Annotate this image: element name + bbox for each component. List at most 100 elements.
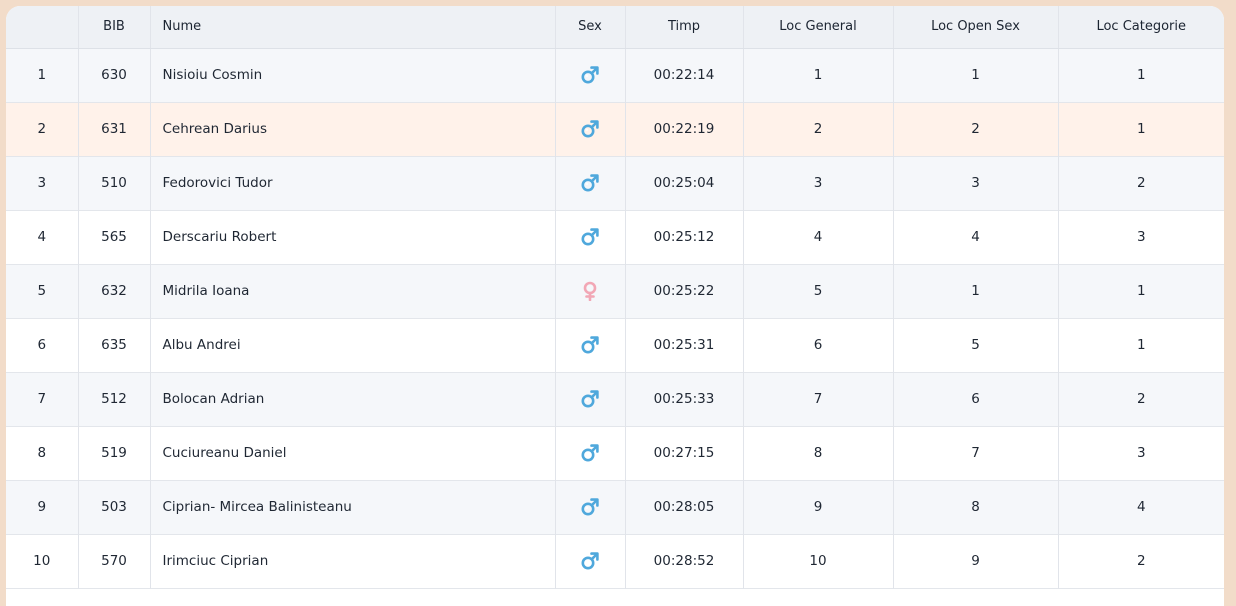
female-icon	[580, 281, 600, 301]
cell-bib: 503	[78, 480, 151, 534]
sex-cell	[555, 210, 626, 264]
cell-category: 1	[1136, 121, 1146, 137]
cell-overall: 7	[743, 372, 894, 426]
sex-cell	[555, 102, 626, 156]
results-table: BIB Nume Sex Timp Loc General Loc Open S…	[6, 6, 1224, 589]
cell-rank: 8	[6, 426, 79, 480]
cell-bib: 565	[78, 210, 151, 264]
male-icon	[580, 66, 600, 84]
cell-name: Derscariu Robert	[150, 210, 556, 264]
cell-category: 2	[1136, 175, 1146, 191]
table-body: 1 630 Nisioiu Cosmin 00:22:14 1 1 1 2 631 Cehrean…	[6, 48, 1224, 588]
table-header-row: BIB Nume Sex Timp Loc General Loc Open S…	[6, 6, 1224, 49]
cell-time: 00:25:31	[625, 318, 744, 372]
header-category[interactable]: Loc Categorie	[1058, 6, 1224, 49]
header-time[interactable]: Timp	[625, 6, 744, 49]
cell-overall: 2	[743, 102, 894, 156]
sex-cell	[555, 426, 626, 480]
cell-rank: 10	[6, 534, 79, 588]
male-icon	[580, 552, 600, 570]
sex-cell	[555, 480, 626, 534]
sex-cell	[555, 372, 626, 426]
table-row[interactable]: 6 635 Albu Andrei 00:25:31 6 5 1	[6, 318, 1224, 372]
cell-rank: 4	[6, 210, 79, 264]
cell-time: 00:22:19	[625, 102, 744, 156]
table-row[interactable]: 2 631 Cehrean Darius 00:22:19 2 2 1	[6, 102, 1224, 156]
cell-open-sex: 5	[893, 318, 1059, 372]
cell-overall: 5	[743, 264, 894, 318]
table-row[interactable]: 1 630 Nisioiu Cosmin 00:22:14 1 1 1	[6, 48, 1224, 102]
cell-name: Cehrean Darius	[150, 102, 556, 156]
male-icon	[580, 120, 600, 138]
male-icon	[580, 444, 600, 462]
cell-time: 00:28:52	[625, 534, 744, 588]
cell-overall: 4	[743, 210, 894, 264]
table-row[interactable]: 3 510 Fedorovici Tudor 00:25:04 3 3 2	[6, 156, 1224, 210]
cell-category: 1	[1136, 67, 1146, 83]
cell-overall: 9	[743, 480, 894, 534]
table-row[interactable]: 9 503 Ciprian- Mircea Balinisteanu 00:28:05…	[6, 480, 1224, 534]
sex-cell	[555, 318, 626, 372]
cell-open-sex: 4	[893, 210, 1059, 264]
cell-bib: 630	[78, 48, 151, 102]
cell-rank: 3	[6, 156, 79, 210]
cell-open-sex: 2	[893, 102, 1059, 156]
cell-rank: 5	[6, 264, 79, 318]
header-name[interactable]: Nume	[150, 6, 556, 49]
header-overall[interactable]: Loc General	[743, 6, 894, 49]
cell-time: 00:25:33	[625, 372, 744, 426]
table-row[interactable]: 10 570 Irimciuc Ciprian 00:28:52 10 9 2	[6, 534, 1224, 588]
cell-name: Nisioiu Cosmin	[150, 48, 556, 102]
header-bib[interactable]: BIB	[78, 6, 151, 49]
table-row[interactable]: 7 512 Bolocan Adrian 00:25:33 7 6 2	[6, 372, 1224, 426]
header-open-sex[interactable]: Loc Open Sex	[893, 6, 1059, 49]
cell-time: 00:25:22	[625, 264, 744, 318]
male-icon	[580, 498, 600, 516]
cell-name: Bolocan Adrian	[150, 372, 556, 426]
cell-overall: 6	[743, 318, 894, 372]
cell-rank: 1	[6, 48, 79, 102]
cell-time: 00:25:04	[625, 156, 744, 210]
cell-bib: 631	[78, 102, 151, 156]
cell-category: 1	[1136, 283, 1146, 299]
cell-open-sex: 1	[893, 48, 1059, 102]
male-icon	[580, 336, 600, 354]
header-rank[interactable]	[6, 6, 79, 49]
sex-cell	[555, 264, 626, 318]
cell-category: 3	[1136, 445, 1146, 461]
cell-bib: 519	[78, 426, 151, 480]
cell-name: Albu Andrei	[150, 318, 556, 372]
cell-name: Ciprian- Mircea Balinisteanu	[150, 480, 556, 534]
cell-bib: 632	[78, 264, 151, 318]
cell-time: 00:25:12	[625, 210, 744, 264]
table-row[interactable]: 4 565 Derscariu Robert 00:25:12 4 4 3	[6, 210, 1224, 264]
cell-rank: 7	[6, 372, 79, 426]
cell-bib: 570	[78, 534, 151, 588]
cell-category: 2	[1136, 391, 1146, 407]
cell-open-sex: 8	[893, 480, 1059, 534]
results-card: BIB Nume Sex Timp Loc General Loc Open S…	[6, 6, 1224, 606]
cell-time: 00:27:15	[625, 426, 744, 480]
male-icon	[580, 228, 600, 246]
sex-cell	[555, 156, 626, 210]
cell-bib: 635	[78, 318, 151, 372]
table-row[interactable]: 5 632 Midrila Ioana 00:25:22 5 1 1	[6, 264, 1224, 318]
cell-name: Midrila Ioana	[150, 264, 556, 318]
cell-overall: 8	[743, 426, 894, 480]
header-sex[interactable]: Sex	[555, 6, 626, 49]
cell-category: 2	[1136, 553, 1146, 569]
table-row[interactable]: 8 519 Cuciureanu Daniel 00:27:15 8 7 3	[6, 426, 1224, 480]
cell-overall: 3	[743, 156, 894, 210]
cell-category: 4	[1136, 499, 1146, 515]
cell-open-sex: 3	[893, 156, 1059, 210]
cell-open-sex: 6	[893, 372, 1059, 426]
cell-name: Irimciuc Ciprian	[150, 534, 556, 588]
cell-open-sex: 1	[893, 264, 1059, 318]
cell-name: Cuciureanu Daniel	[150, 426, 556, 480]
male-icon	[580, 174, 600, 192]
cell-overall: 10	[743, 534, 894, 588]
cell-rank: 9	[6, 480, 79, 534]
cell-bib: 510	[78, 156, 151, 210]
cell-category: 1	[1136, 337, 1146, 353]
male-icon	[580, 390, 600, 408]
